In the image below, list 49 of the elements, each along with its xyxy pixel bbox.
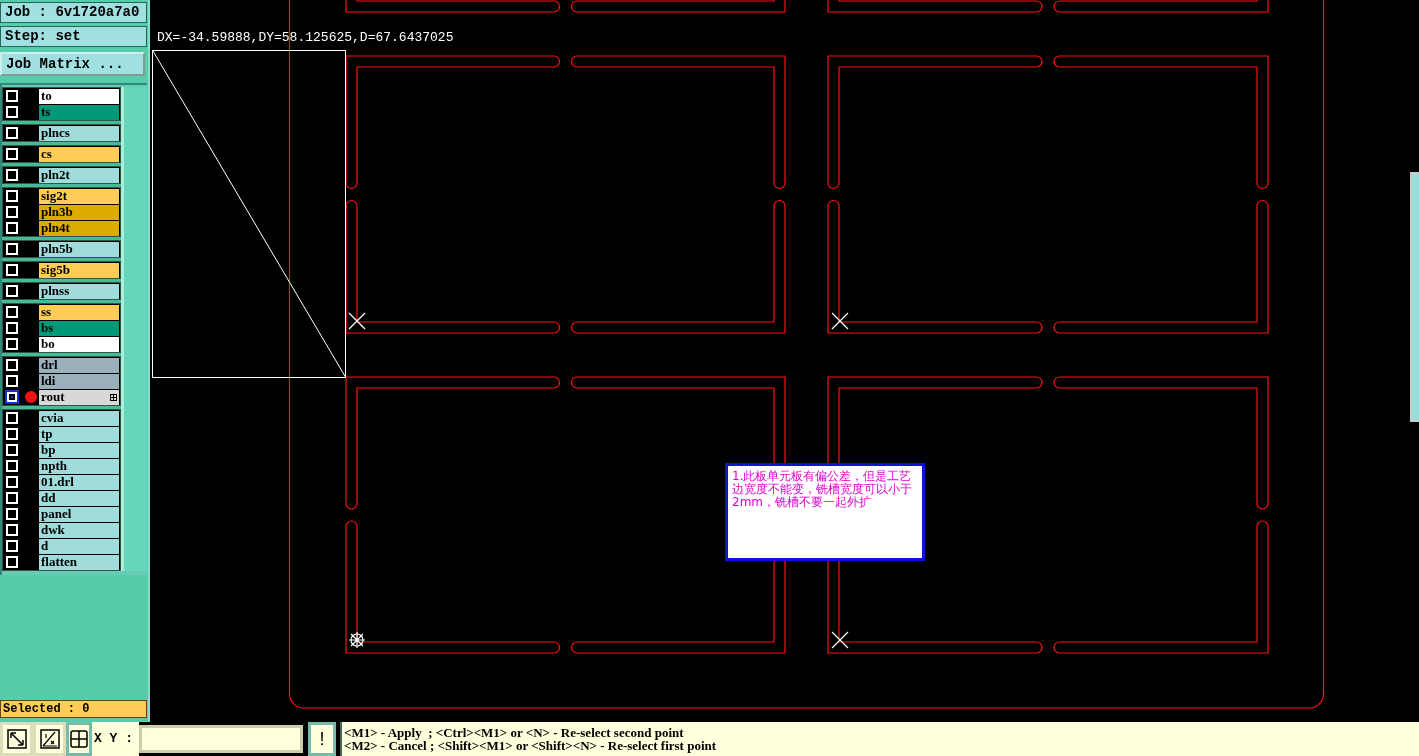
layer-name[interactable]: bp bbox=[39, 442, 119, 458]
layer-name[interactable]: pln2t bbox=[39, 167, 119, 183]
cross-mark-icon bbox=[348, 312, 366, 330]
layer-name[interactable]: plnss bbox=[39, 283, 119, 299]
layer-name[interactable]: ldi bbox=[39, 373, 119, 389]
work-layer-dot bbox=[25, 391, 37, 403]
origin-marker-icon bbox=[348, 631, 366, 649]
job-matrix-button[interactable]: Job Matrix ... bbox=[0, 52, 145, 76]
zoom-extent-button[interactable] bbox=[0, 722, 33, 756]
layer-name[interactable]: panel bbox=[39, 506, 119, 522]
layer-name[interactable]: dd bbox=[39, 490, 119, 506]
layer-name[interactable]: dwk bbox=[39, 522, 119, 538]
step-name: Step: set bbox=[0, 26, 147, 47]
hint-line: <M2> - Cancel ; <Shift><M1> or <Shift><N> - Re-select first point bbox=[344, 739, 718, 752]
checkbox[interactable] bbox=[5, 390, 19, 404]
layer-name[interactable]: bo bbox=[39, 336, 119, 352]
selected-count: Selected : 0 bbox=[0, 700, 147, 718]
window-grid-icon bbox=[69, 729, 89, 749]
layer-name[interactable]: cvia bbox=[39, 410, 119, 426]
layer-name[interactable]: npth bbox=[39, 458, 119, 474]
layer-name[interactable]: ts bbox=[39, 104, 119, 120]
angle-icon bbox=[39, 729, 60, 749]
apply-button[interactable]: ! bbox=[308, 722, 336, 756]
hint-line: <M1> - Apply ; <Ctrl><M1> or <N> - Re-select second point bbox=[344, 726, 685, 739]
cross-mark-icon bbox=[831, 312, 849, 330]
job-name: Job : 6v1720a7a0 bbox=[0, 2, 147, 23]
xy-label: X Y : bbox=[92, 722, 139, 756]
layer-name[interactable]: pln5b bbox=[39, 241, 119, 257]
layer-name[interactable]: sig2t bbox=[39, 188, 119, 204]
layer-name[interactable]: to bbox=[39, 88, 119, 104]
note-text: 1.此板单元板有偏公差，但是工艺边宽度不能变，铣槽宽度可以小于2mm，铣槽不要一起外扩 bbox=[725, 463, 925, 561]
layer-name[interactable]: bs bbox=[39, 320, 119, 336]
layer-name[interactable]: pln3b bbox=[39, 204, 119, 220]
layer-name[interactable]: d bbox=[39, 538, 119, 554]
cross-mark-icon bbox=[831, 631, 849, 649]
layer-name[interactable]: rout bbox=[39, 389, 119, 405]
angle-button[interactable] bbox=[33, 722, 66, 756]
layer-name[interactable]: 01.drl bbox=[39, 474, 119, 490]
layer-name[interactable]: sig5b bbox=[39, 262, 119, 278]
diagonal-arrow-icon bbox=[6, 729, 27, 749]
layer-name[interactable]: tp bbox=[39, 426, 119, 442]
layer-name[interactable]: pln4t bbox=[39, 220, 119, 236]
layer-name[interactable]: drl bbox=[39, 357, 119, 373]
grid-button[interactable] bbox=[66, 722, 92, 756]
layer-name[interactable]: cs bbox=[39, 146, 119, 162]
xy-input-field[interactable] bbox=[139, 725, 303, 753]
layer-name[interactable]: flatten bbox=[39, 554, 119, 570]
layer-name[interactable]: plncs bbox=[39, 125, 119, 141]
layer-name[interactable]: ss bbox=[39, 304, 119, 320]
